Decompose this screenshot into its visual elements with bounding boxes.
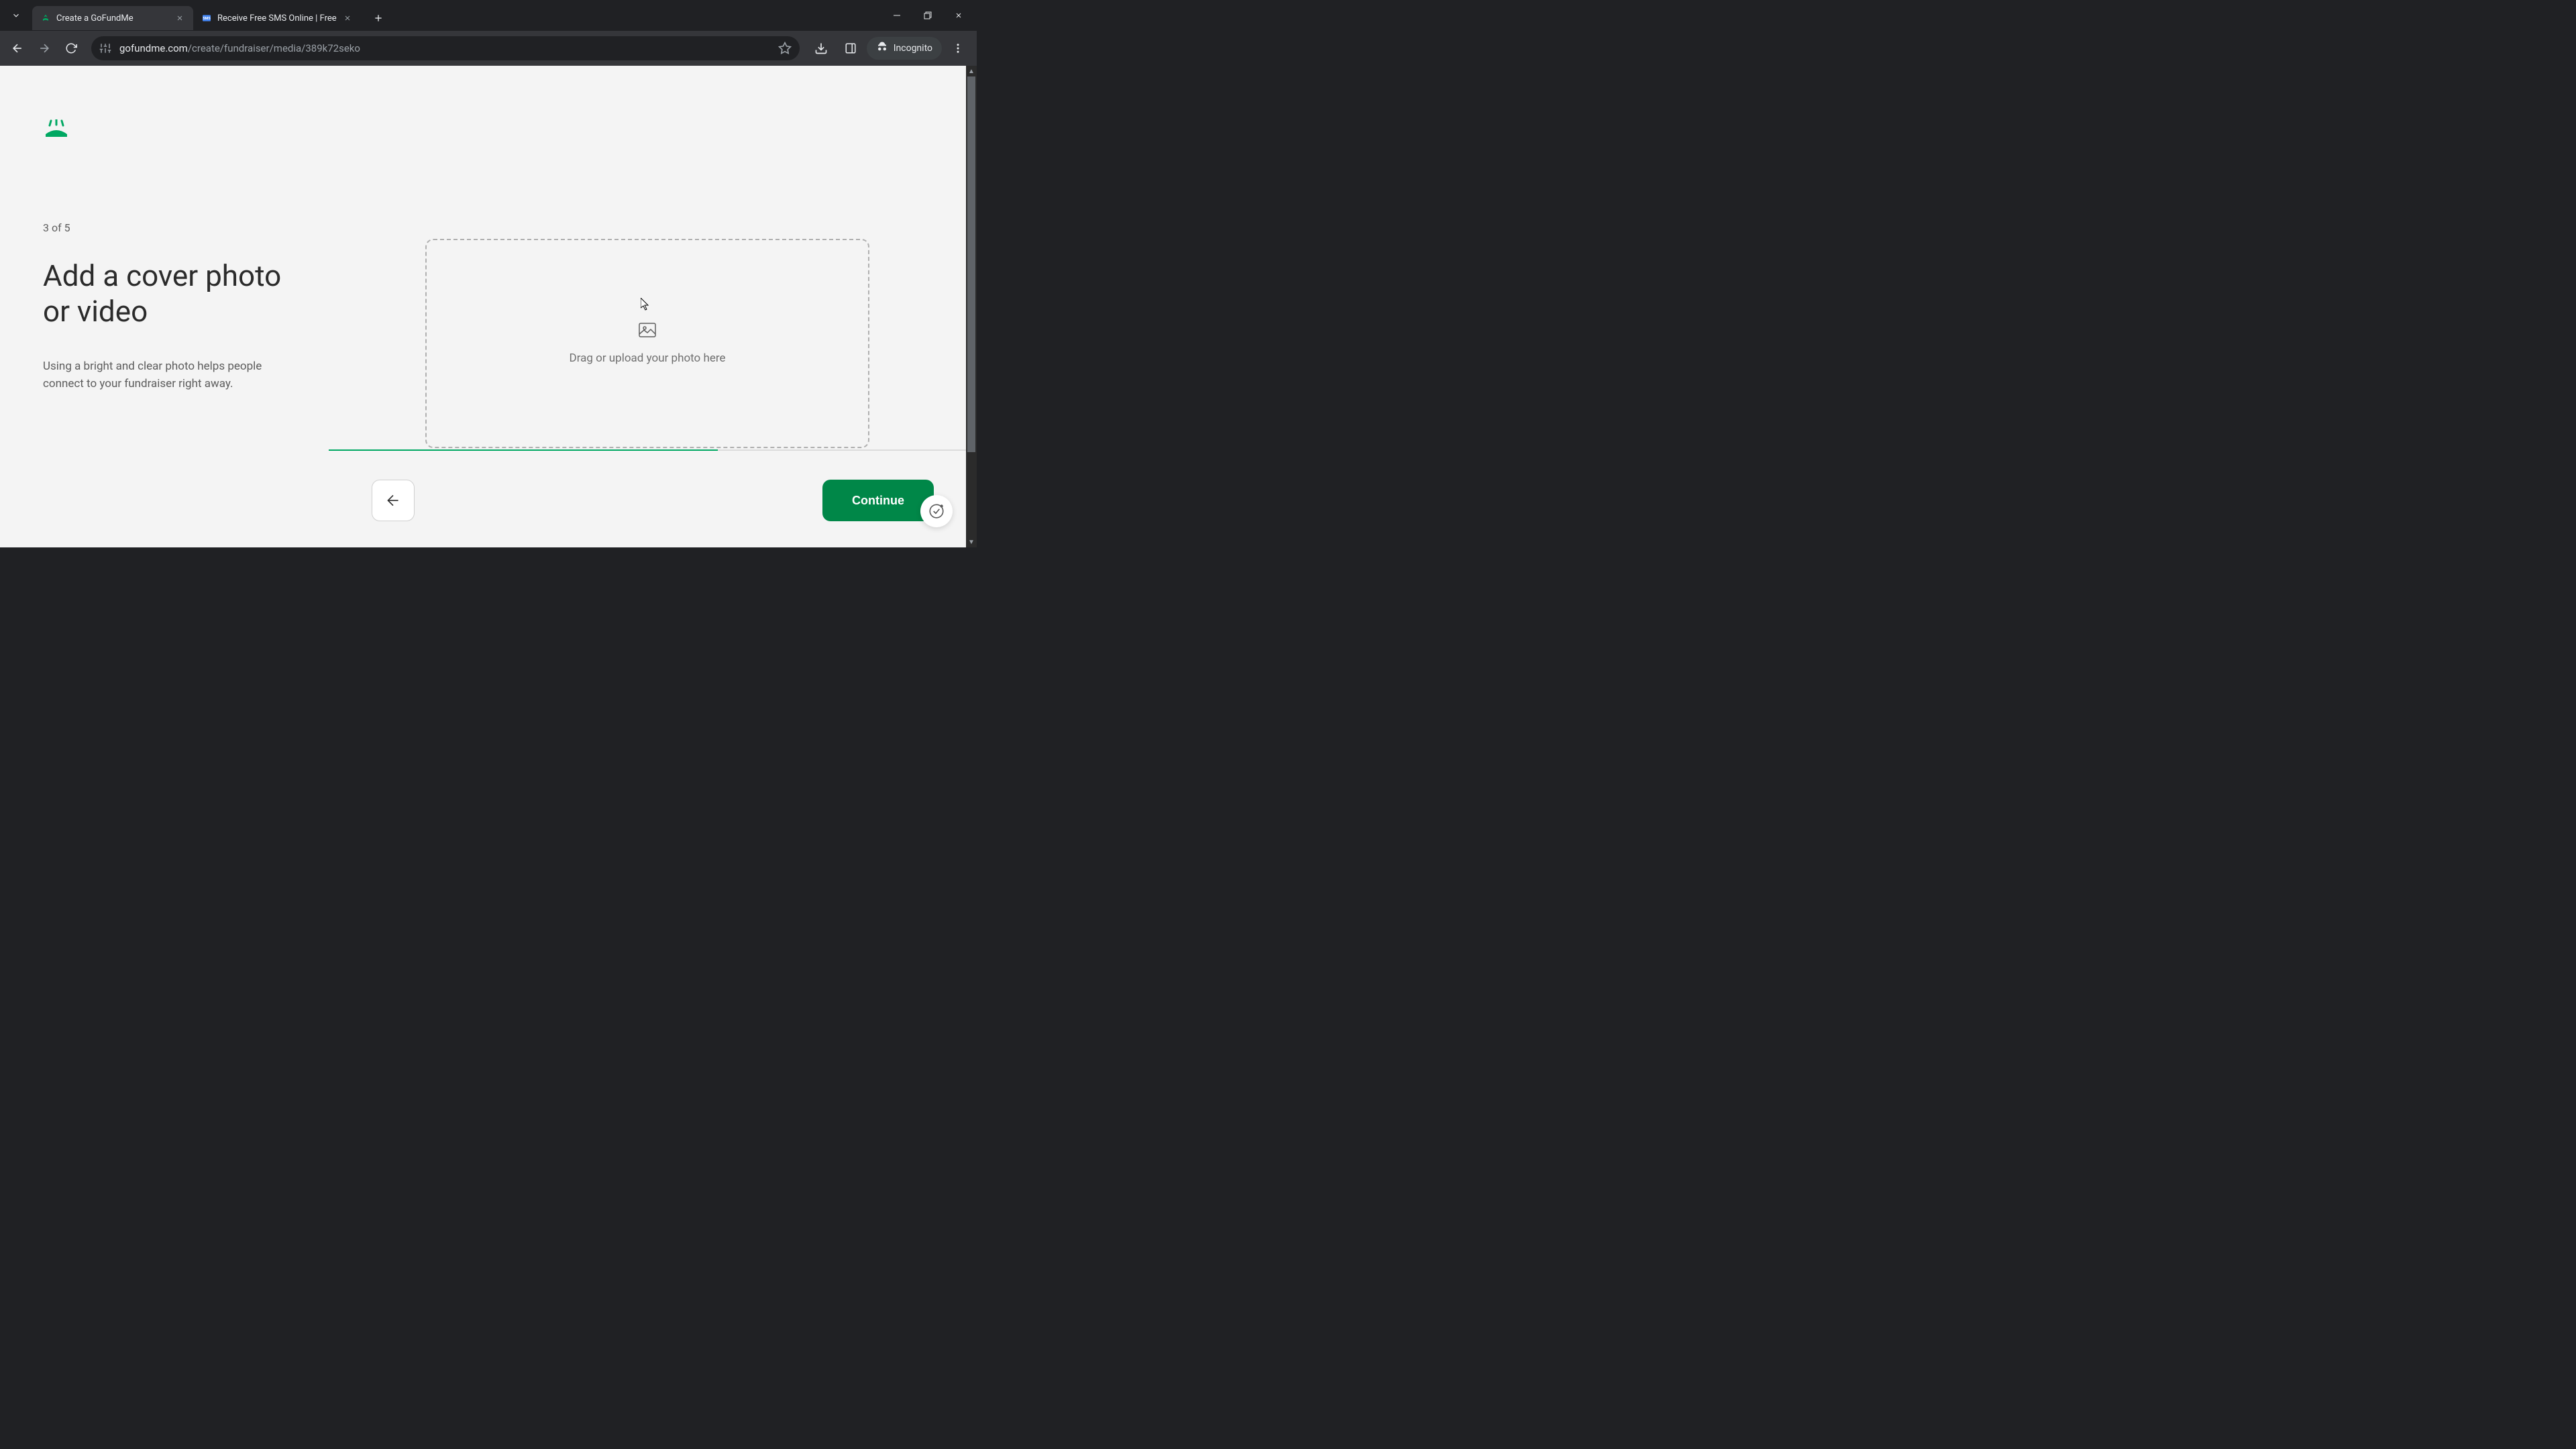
gofundme-favicon-icon [40, 13, 51, 23]
bottom-bar: Continue [329, 453, 977, 547]
site-settings-icon[interactable] [99, 42, 111, 54]
svg-text:SMS: SMS [203, 17, 211, 21]
browser-menu-icon[interactable] [945, 35, 971, 62]
address-bar[interactable]: gofundme.com/create/fundraiser/media/389… [91, 36, 800, 60]
scrollbar-up-arrow-icon[interactable]: ▲ [966, 66, 977, 76]
browser-titlebar: Create a GoFundMe SMS Receive Free SMS O… [0, 0, 977, 31]
help-fab[interactable] [920, 495, 953, 527]
url-path: /create/fundraiser/media/389k72seko [188, 42, 360, 54]
close-window-button[interactable] [943, 0, 974, 31]
scrollbar-down-arrow-icon[interactable]: ▼ [966, 537, 977, 547]
left-panel: 3 of 5 Add a cover photo or video Using … [0, 66, 329, 547]
tab-close-icon[interactable] [174, 13, 185, 23]
downloads-icon[interactable] [808, 35, 835, 62]
minimize-button[interactable] [881, 0, 912, 31]
bookmark-star-icon[interactable] [778, 42, 792, 55]
step-indicator: 3 of 5 [43, 221, 329, 234]
maximize-button[interactable] [912, 0, 943, 31]
continue-button[interactable]: Continue [822, 480, 934, 521]
photo-dropzone[interactable]: Drag or upload your photo here [425, 239, 869, 448]
side-panel-icon[interactable] [837, 35, 864, 62]
url-domain: gofundme.com [119, 42, 188, 54]
url-text: gofundme.com/create/fundraiser/media/389… [119, 42, 770, 54]
back-nav-button[interactable] [5, 36, 30, 60]
tab-gofundme[interactable]: Create a GoFundMe [32, 6, 193, 30]
forward-nav-button[interactable] [32, 36, 56, 60]
continue-label: Continue [852, 494, 904, 508]
tab-title: Receive Free SMS Online | Free [217, 13, 337, 23]
dropzone-text: Drag or upload your photo here [570, 352, 726, 365]
browser-toolbar: gofundme.com/create/fundraiser/media/389… [0, 31, 977, 66]
vertical-scrollbar[interactable]: ▲ ▼ [966, 66, 977, 547]
gofundme-logo-icon[interactable] [43, 119, 329, 141]
page-heading: Add a cover photo or video [43, 258, 298, 329]
back-step-button[interactable] [372, 480, 415, 521]
tab-search-dropdown[interactable] [0, 0, 32, 31]
scrollbar-thumb[interactable] [967, 76, 975, 452]
progress-bar [329, 449, 977, 451]
incognito-badge[interactable]: Incognito [867, 37, 942, 60]
new-tab-button[interactable] [369, 9, 388, 28]
tab-title: Create a GoFundMe [56, 13, 169, 23]
progress-fill [329, 449, 718, 451]
incognito-label: Incognito [894, 43, 932, 54]
reload-button[interactable] [59, 36, 83, 60]
image-placeholder-icon [638, 322, 657, 341]
sms-favicon-icon: SMS [201, 13, 212, 23]
tab-close-icon[interactable] [342, 13, 353, 23]
page-content: 3 of 5 Add a cover photo or video Using … [0, 66, 977, 547]
window-controls [881, 0, 977, 31]
incognito-icon [876, 41, 888, 56]
tab-sms[interactable]: SMS Receive Free SMS Online | Free [193, 6, 361, 30]
page-description: Using a bright and clear photo helps peo… [43, 358, 298, 393]
